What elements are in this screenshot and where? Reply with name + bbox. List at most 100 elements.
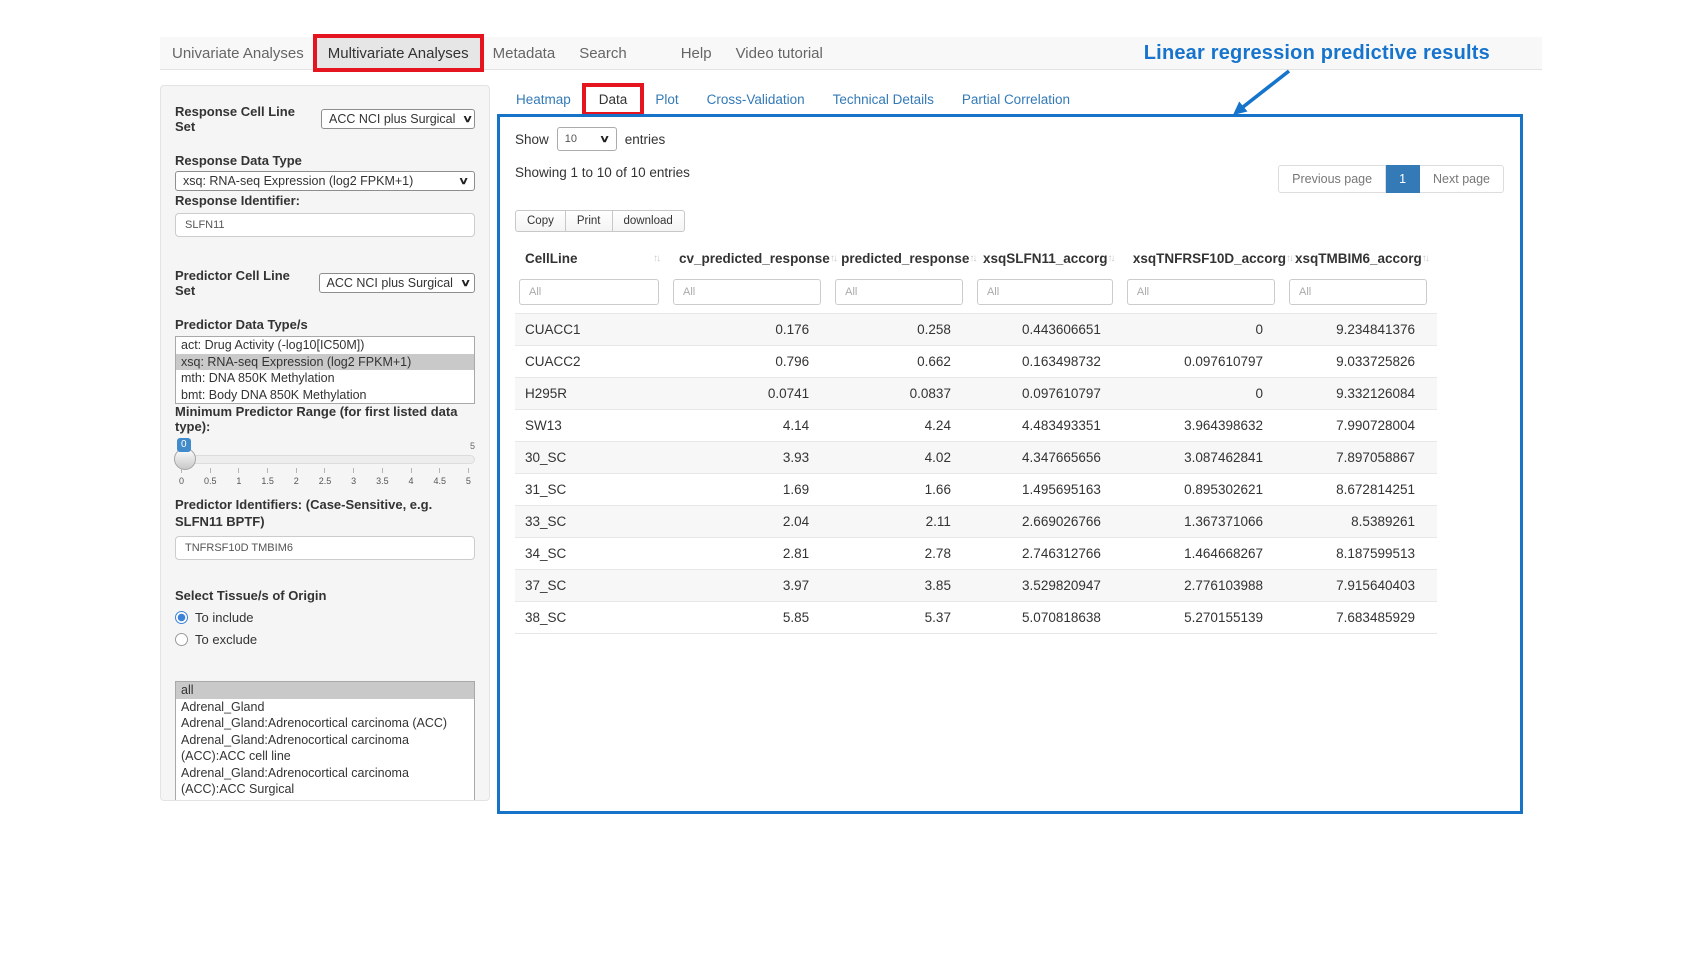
copy-button[interactable]: Copy xyxy=(515,210,566,232)
sort-icon: ↑↓ xyxy=(653,253,659,264)
nav-item-metadata[interactable]: Metadata xyxy=(481,37,568,69)
column-filter-input-xsqtnfrsf10d-accorg[interactable] xyxy=(1127,279,1275,305)
previous-page-button[interactable]: Previous page xyxy=(1278,165,1386,193)
nav-item-univariate-analyses[interactable]: Univariate Analyses xyxy=(160,37,316,69)
result-tabs: HeatmapDataPlotCross-ValidationTechnical… xyxy=(502,86,1084,113)
listbox-option[interactable]: xsq: RNA-seq Expression (log2 FPKM+1) xyxy=(176,354,474,371)
column-filter-input-cellline[interactable] xyxy=(519,279,659,305)
cell-value: 3.85 xyxy=(831,570,973,602)
cell-line-name: CUACC1 xyxy=(515,314,669,346)
radio-to-include[interactable]: To include xyxy=(175,610,475,625)
tick-mark xyxy=(353,468,354,473)
nav-item-help[interactable]: Help xyxy=(669,37,724,69)
column-header-cv-predicted-response[interactable]: cv_predicted_response↑↓ xyxy=(669,242,831,275)
cell-value: 5.37 xyxy=(831,602,973,634)
chevron-down-icon: ∨ xyxy=(600,134,611,145)
column-header-xsqtnfrsf10d-accorg[interactable]: xsqTNFRSF10D_accorg↑↓ xyxy=(1123,242,1285,275)
column-header-cellline[interactable]: CellLine↑↓ xyxy=(515,242,669,275)
cell-line-name: 37_SC xyxy=(515,570,669,602)
column-header-label: xsqTMBIM6_accorg xyxy=(1295,251,1422,266)
cell-value: 5.270155139 xyxy=(1123,602,1285,634)
predictor-identifiers-input[interactable] xyxy=(175,536,475,560)
chevron-down-icon: ∨ xyxy=(458,176,469,187)
column-header-label: xsqSLFN11_accorg xyxy=(983,251,1108,266)
cell-value: 0.895302621 xyxy=(1123,474,1285,506)
nav-item-video-tutorial[interactable]: Video tutorial xyxy=(724,37,835,69)
tick-label: 0.5 xyxy=(204,476,217,486)
listbox-option[interactable]: all xyxy=(176,682,474,699)
cell-value: 2.746312766 xyxy=(973,538,1123,570)
cell-line-name: SW13 xyxy=(515,410,669,442)
predictor-data-types-listbox[interactable]: act: Drug Activity (-log10[IC50M])xsq: R… xyxy=(175,336,475,404)
data-panel: Show 10 ∨ entries Showing 1 to 10 of 10 … xyxy=(497,114,1523,814)
download-button[interactable]: download xyxy=(613,210,685,232)
listbox-option[interactable]: Adrenal_Gland:Adrenocortical carcinoma (… xyxy=(176,715,474,732)
listbox-option[interactable]: Adrenal_Gland:Adrenocortical carcinoma (… xyxy=(176,765,474,798)
column-filter-input-xsqtmbim6-accorg[interactable] xyxy=(1289,279,1427,305)
column-filter-input-xsqslfn11-accorg[interactable] xyxy=(977,279,1113,305)
slider-tick: 4 xyxy=(409,468,414,486)
show-label: Show xyxy=(515,132,549,147)
tab-plot[interactable]: Plot xyxy=(641,86,692,113)
annotation-text: Linear regression predictive results xyxy=(1144,42,1542,65)
listbox-option[interactable]: bmt: Body DNA 850K Methylation xyxy=(176,387,474,404)
column-header-predicted-response[interactable]: predicted_response↑↓ xyxy=(831,242,973,275)
predictor-data-types-label: Predictor Data Type/s xyxy=(175,317,475,332)
show-entries-select[interactable]: 10 ∨ xyxy=(557,127,617,151)
tick-mark xyxy=(324,468,325,473)
cell-value: 0.097610797 xyxy=(973,378,1123,410)
column-header-xsqslfn11-accorg[interactable]: xsqSLFN11_accorg↑↓ xyxy=(973,242,1123,275)
tick-label: 4 xyxy=(409,476,414,486)
cell-value: 0.0837 xyxy=(831,378,973,410)
pagination: Previous page 1 Next page xyxy=(1278,165,1504,193)
nav-item-search[interactable]: Search xyxy=(567,37,639,69)
tab-technical-details[interactable]: Technical Details xyxy=(819,86,948,113)
tick-mark xyxy=(296,468,297,473)
tab-heatmap[interactable]: Heatmap xyxy=(502,86,585,113)
tab-data[interactable]: Data xyxy=(585,86,642,113)
tissue-origin-listbox[interactable]: allAdrenal_GlandAdrenal_Gland:Adrenocort… xyxy=(175,681,475,801)
cell-value: 3.964398632 xyxy=(1123,410,1285,442)
cell-value: 3.93 xyxy=(669,442,831,474)
response-identifier-input[interactable] xyxy=(175,213,475,237)
column-filter-input-cv-predicted-response[interactable] xyxy=(673,279,821,305)
sort-icon: ↑↓ xyxy=(1422,253,1428,264)
column-filter-input-predicted-response[interactable] xyxy=(835,279,963,305)
table-row: 34_SC2.812.782.7463127661.4646682678.187… xyxy=(515,538,1437,570)
listbox-option[interactable]: act: Drug Activity (-log10[IC50M]) xyxy=(176,337,474,354)
cell-value: 7.990728004 xyxy=(1285,410,1437,442)
cell-line-name: 31_SC xyxy=(515,474,669,506)
cell-value: 1.66 xyxy=(831,474,973,506)
cell-value: 0.0741 xyxy=(669,378,831,410)
slider-track[interactable] xyxy=(175,455,475,464)
listbox-option[interactable]: Adrenal_Gland xyxy=(176,699,474,716)
cell-value: 4.14 xyxy=(669,410,831,442)
cell-value: 1.69 xyxy=(669,474,831,506)
column-header-xsqtmbim6-accorg[interactable]: xsqTMBIM6_accorg↑↓ xyxy=(1285,242,1437,275)
response-cell-line-set-select[interactable]: ACC NCI plus Surgical ∨ xyxy=(321,109,475,129)
tab-partial-correlation[interactable]: Partial Correlation xyxy=(948,86,1084,113)
next-page-button[interactable]: Next page xyxy=(1420,165,1504,193)
cell-value: 4.24 xyxy=(831,410,973,442)
listbox-option[interactable]: mth: DNA 850K Methylation xyxy=(176,370,474,387)
slider-tick: 1 xyxy=(236,468,241,486)
cell-value: 4.483493351 xyxy=(973,410,1123,442)
sort-icon: ↑↓ xyxy=(969,253,975,264)
cell-value: 8.187599513 xyxy=(1285,538,1437,570)
cell-value: 2.04 xyxy=(669,506,831,538)
cell-line-name: 34_SC xyxy=(515,538,669,570)
results-table-body: CUACC10.1760.2580.44360665109.234841376C… xyxy=(515,314,1437,634)
radio-to-exclude[interactable]: To exclude xyxy=(175,632,475,647)
tab-cross-validation[interactable]: Cross-Validation xyxy=(693,86,819,113)
print-button[interactable]: Print xyxy=(566,210,613,232)
response-data-type-select[interactable]: xsq: RNA-seq Expression (log2 FPKM+1) ∨ xyxy=(175,171,475,191)
predictor-cell-line-set-select[interactable]: ACC NCI plus Surgical ∨ xyxy=(319,273,476,293)
page-1-button[interactable]: 1 xyxy=(1386,165,1420,193)
tick-label: 3 xyxy=(351,476,356,486)
cell-value: 7.897058867 xyxy=(1285,442,1437,474)
nav-item-multivariate-analyses[interactable]: Multivariate Analyses xyxy=(316,37,481,69)
radio-icon xyxy=(175,633,188,646)
slider-tick: 3.5 xyxy=(376,468,389,486)
listbox-option[interactable]: Adrenal_Gland:Adrenocortical carcinoma (… xyxy=(176,732,474,765)
cell-value: 9.033725826 xyxy=(1285,346,1437,378)
